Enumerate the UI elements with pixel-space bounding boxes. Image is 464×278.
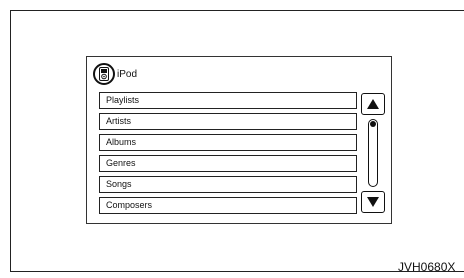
scroll-down-button[interactable] bbox=[361, 191, 385, 213]
figure-code: JVH0680X bbox=[398, 260, 456, 274]
triangle-down-icon bbox=[367, 197, 379, 207]
menu-item-genres[interactable]: Genres bbox=[99, 155, 357, 172]
menu-item-composers[interactable]: Composers bbox=[99, 197, 357, 214]
menu-item-albums[interactable]: Albums bbox=[99, 134, 357, 151]
screen-header: iPod bbox=[93, 62, 137, 86]
triangle-up-icon bbox=[367, 99, 379, 109]
menu-item-songs[interactable]: Songs bbox=[99, 176, 357, 193]
scroll-thumb[interactable] bbox=[370, 121, 376, 127]
scrollbar[interactable] bbox=[361, 93, 385, 213]
menu-item-playlists[interactable]: Playlists bbox=[99, 92, 357, 109]
ipod-screen: iPod Playlists Artists Albums Genres Son… bbox=[86, 56, 392, 224]
ipod-icon bbox=[93, 63, 115, 85]
scroll-track[interactable] bbox=[368, 119, 378, 187]
menu-item-artists[interactable]: Artists bbox=[99, 113, 357, 130]
menu-list: Playlists Artists Albums Genres Songs Co… bbox=[99, 92, 357, 218]
header-title: iPod bbox=[117, 68, 138, 80]
scroll-up-button[interactable] bbox=[361, 93, 385, 115]
